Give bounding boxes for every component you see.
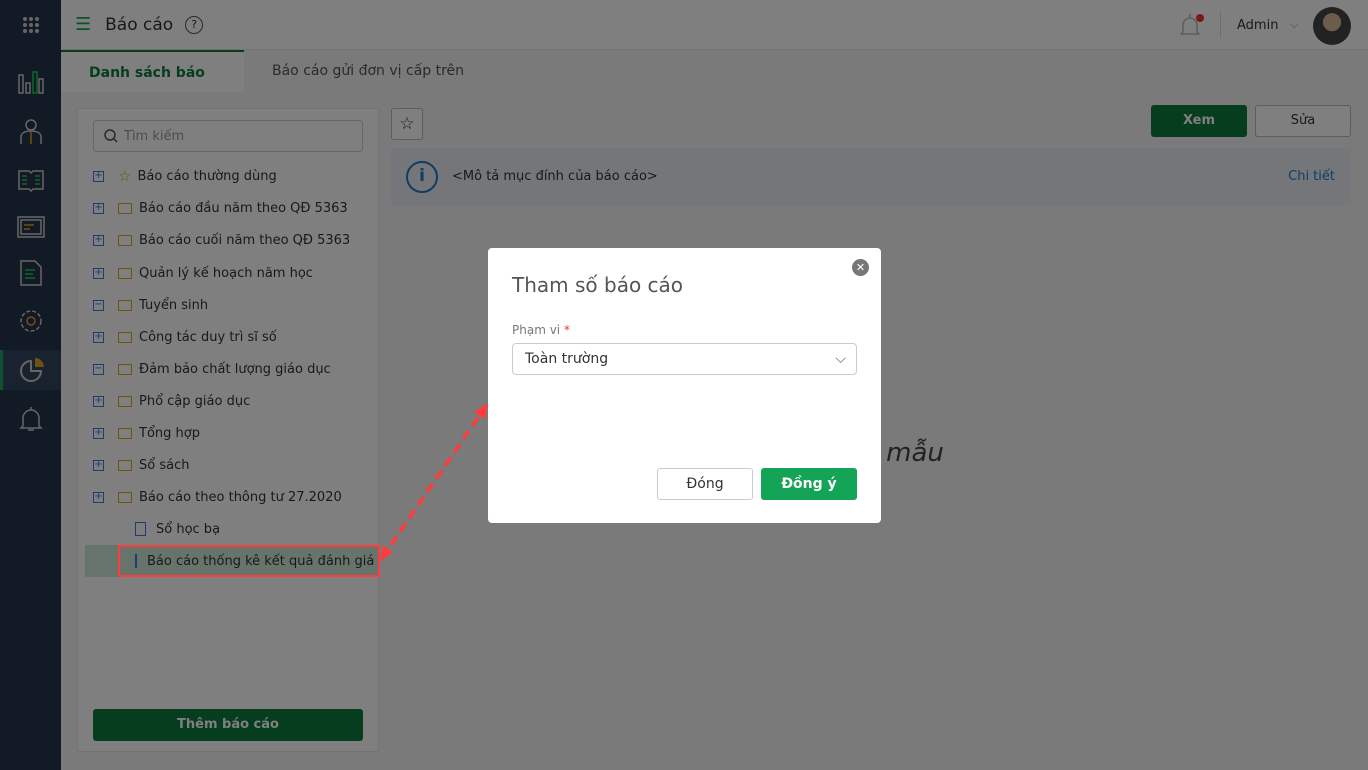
dialog-title: Tham số báo cáo <box>512 273 684 297</box>
required-marker: * <box>563 323 570 337</box>
close-icon[interactable]: ✕ <box>852 259 869 276</box>
confirm-button[interactable]: Đồng ý <box>761 468 857 500</box>
report-parameters-dialog: Tham số báo cáo ✕ Phạm vi * Toàn trường ⌵… <box>488 248 881 523</box>
scope-select[interactable]: Toàn trường ⌵ <box>512 343 857 375</box>
close-button[interactable]: Đóng <box>657 468 753 500</box>
scope-label: Phạm vi * <box>512 323 570 337</box>
scope-label-text: Phạm vi <box>512 323 561 337</box>
chevron-down-icon: ⌵ <box>835 351 846 367</box>
scope-select-value: Toàn trường <box>525 351 609 367</box>
